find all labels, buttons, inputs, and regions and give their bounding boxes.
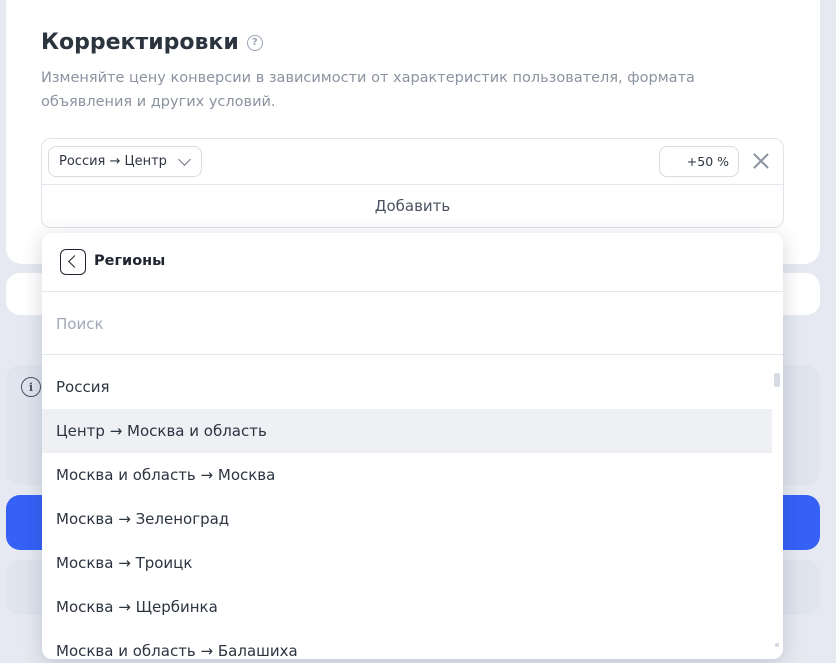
percent-input[interactable]: +50 % [659,146,739,177]
region-select-value: Россия → Центр [59,154,167,169]
page-title: Корректировки ? [41,30,263,55]
close-icon[interactable] [751,151,771,171]
list-item[interactable]: Москва и область → Балашиха [42,629,772,659]
list-item[interactable]: Москва → Троицк [42,541,772,585]
adjustments-card: Корректировки ? Изменяйте цену конверсии… [6,0,820,264]
info-icon: i [21,377,41,397]
chevron-down-icon [178,153,191,166]
add-button[interactable]: Добавить [42,185,783,228]
list-item[interactable]: Москва → Зеленоград [42,497,772,541]
search-input[interactable] [42,293,783,355]
search-field [42,293,783,355]
list-item[interactable]: Москва → Щербинка [42,585,772,629]
help-icon[interactable]: ? [246,34,263,51]
adjustment-row: Россия → Центр +50 % [42,139,783,185]
title-text: Корректировки [41,30,239,55]
description-text: Изменяйте цену конверсии в зависимости о… [41,70,695,110]
regions-dropdown: Регионы Россия Центр → Москва и область … [42,233,783,659]
dropdown-title: Регионы [94,253,166,269]
list-item[interactable]: Москва и область → Москва [42,453,772,497]
region-list: Россия Центр → Москва и область Москва и… [42,365,772,659]
adjustment-box: Россия → Центр +50 % Добавить [41,138,784,228]
list-item[interactable]: Россия [42,365,772,409]
back-icon[interactable] [60,249,86,275]
scrollbar[interactable] [774,373,780,387]
scrollbar-end [775,643,779,647]
region-select[interactable]: Россия → Центр [48,146,202,177]
dropdown-header: Регионы [42,233,783,292]
list-item[interactable]: Центр → Москва и область [42,409,772,453]
